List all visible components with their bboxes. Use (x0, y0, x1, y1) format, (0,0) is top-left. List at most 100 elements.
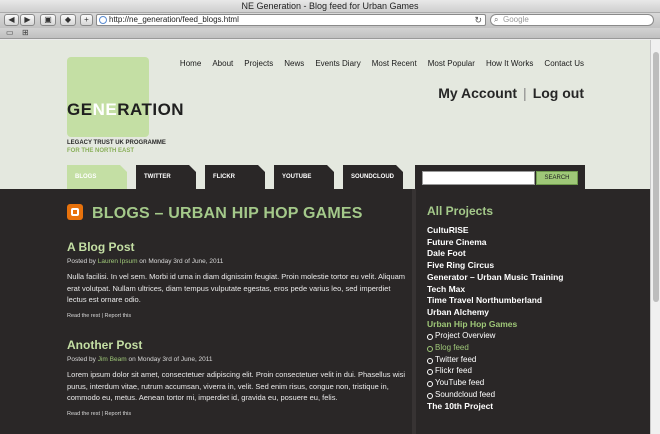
tab-label: SOUNDCLOUD (351, 174, 394, 180)
logout-link[interactable]: Log out (533, 85, 584, 101)
logo-block (67, 57, 149, 137)
reading-list-icon[interactable]: ▭ (6, 28, 14, 38)
post-author[interactable]: Jim Beam (98, 356, 127, 363)
tab-corner (396, 165, 403, 172)
browser-toolbar: ◀ ▶ ▣ ◆ + http://ne_generation/feed_blog… (0, 13, 660, 28)
nav-events-diary[interactable]: Events Diary (315, 59, 360, 68)
project-urban-hip-hop-games[interactable]: Urban Hip Hop Games (427, 319, 637, 331)
tab-label: BLOGS (75, 174, 97, 180)
subitem-soundcloud-feed[interactable]: Soundcloud feed (427, 389, 637, 401)
site-search-input[interactable] (422, 171, 535, 185)
tab-youtube[interactable]: YOUTUBE (274, 165, 334, 189)
browser-search-placeholder: Google (503, 15, 529, 24)
add-bookmark-icon[interactable]: + (80, 14, 93, 26)
logo-tagline: LEGACY TRUST UK PROGRAMME (67, 140, 166, 146)
blog-post: A Blog Post Posted by Lauren Ipsum on Mo… (67, 240, 407, 319)
nav-projects[interactable]: Projects (244, 59, 273, 68)
project-five-ring-circus[interactable]: Five Ring Circus (427, 260, 637, 272)
project-generator[interactable]: Generator – Urban Music Training (427, 272, 637, 284)
main-nav: Home About Projects News Events Diary Mo… (172, 57, 584, 69)
subitem-youtube-feed[interactable]: YouTube feed (427, 377, 637, 389)
search-button[interactable]: SEARCH (536, 171, 578, 185)
project-future-cinema[interactable]: Future Cinema (427, 237, 637, 249)
tab-corner (189, 165, 196, 172)
post-meta: Posted by Jim Beam on Monday 3rd of June… (67, 356, 407, 363)
post-author[interactable]: Lauren Ipsum (98, 258, 138, 265)
tab-label: FLICKR (213, 174, 235, 180)
nav-news[interactable]: News (284, 59, 304, 68)
post-body: Lorem ipsum dolor sit amet, consectetuer… (67, 370, 406, 402)
read-more-link[interactable]: Read the rest (67, 313, 100, 319)
scrollbar-thumb[interactable] (653, 52, 659, 302)
project-tech-max[interactable]: Tech Max (427, 284, 637, 296)
tab-corner (327, 165, 334, 172)
post-actions: Read the rest | Report this (67, 410, 132, 417)
project-culturise[interactable]: CultuRISE (427, 225, 637, 237)
sidebar-title: All Projects (427, 204, 494, 218)
nav-about[interactable]: About (212, 59, 233, 68)
site-logo[interactable]: GENERATION (67, 100, 184, 120)
subitem-twitter-feed[interactable]: Twitter feed (427, 354, 637, 366)
nav-most-recent[interactable]: Most Recent (372, 59, 417, 68)
report-link[interactable]: Report this (105, 313, 132, 319)
forward-arrow-icon[interactable]: ▶ (20, 14, 35, 26)
read-more-link[interactable]: Read the rest (67, 411, 100, 417)
posted-by-label: Posted by (67, 356, 96, 363)
bookmark-icon[interactable]: ◆ (60, 14, 76, 26)
globe-icon (99, 16, 107, 24)
tab-label: TWITTER (144, 174, 171, 180)
blogger-icon (67, 204, 83, 220)
tab-soundcloud[interactable]: SOUNDCLOUD (343, 165, 403, 189)
account-separator: | (523, 85, 527, 101)
subitem-flickr-feed[interactable]: Flickr feed (427, 365, 637, 377)
grid-view-icon[interactable]: ⊞ (22, 28, 29, 38)
logo-word-pre: GE (67, 100, 93, 119)
nav-home[interactable]: Home (180, 59, 201, 68)
page-scrollbar[interactable] (650, 40, 660, 434)
logo-word-post: RATION (117, 100, 185, 119)
browser-search-input[interactable]: ⌕ Google (490, 14, 654, 26)
post-title[interactable]: Another Post (67, 338, 407, 352)
post-title[interactable]: A Blog Post (67, 240, 407, 254)
project-time-travel[interactable]: Time Travel Northumberland (427, 295, 637, 307)
reload-icon[interactable]: ↻ (474, 15, 482, 25)
nav-most-popular[interactable]: Most Popular (428, 59, 475, 68)
address-url: http://ne_generation/feed_blogs.html (109, 15, 239, 24)
project-10th-project[interactable]: The 10th Project (427, 401, 637, 413)
tab-corner (120, 165, 127, 172)
back-arrow-icon[interactable]: ◀ (4, 14, 19, 26)
site-search: SEARCH (415, 165, 585, 191)
web-page: GENERATION LEGACY TRUST UK PROGRAMME FOR… (0, 40, 650, 434)
tab-twitter[interactable]: TWITTER (136, 165, 196, 189)
nav-contact-us[interactable]: Contact Us (544, 59, 584, 68)
bookmarks-bar: ▭ ⊞ (0, 28, 660, 39)
window-titlebar: NE Generation - Blog feed for Urban Game… (0, 0, 660, 13)
tab-blogs[interactable]: BLOGS (67, 165, 127, 189)
search-icon: ⌕ (494, 15, 499, 24)
post-actions: Read the rest | Report this (67, 312, 132, 319)
post-body: Nulla facilisi. In vel sem. Morbi id urn… (67, 272, 406, 304)
post-meta: Posted by Lauren Ipsum on Monday 3rd of … (67, 258, 407, 265)
address-bar[interactable]: http://ne_generation/feed_blogs.html ↻ (96, 14, 486, 26)
tab-flickr[interactable]: FLICKR (205, 165, 265, 189)
window-tile-icon[interactable]: ▣ (40, 14, 56, 26)
nav-how-it-works[interactable]: How It Works (486, 59, 533, 68)
posted-by-label: Posted by (67, 258, 96, 265)
my-account-link[interactable]: My Account (438, 85, 517, 101)
column-divider (412, 189, 416, 434)
window-title: NE Generation - Blog feed for Urban Game… (241, 1, 419, 11)
logo-region: FOR THE NORTH EAST (67, 148, 134, 154)
project-dale-foot[interactable]: Dale Foot (427, 248, 637, 260)
project-urban-alchemy[interactable]: Urban Alchemy (427, 307, 637, 319)
account-links: My Account | Log out (438, 85, 584, 101)
logo-word-highlight: NE (92, 100, 118, 119)
subitem-blog-feed[interactable]: Blog feed (427, 342, 637, 354)
report-link[interactable]: Report this (105, 411, 132, 417)
section-title: BLOGS – URBAN HIP HOP GAMES (92, 205, 363, 222)
post-date: on Monday 3rd of June, 2011 (128, 356, 213, 363)
projects-list: CultuRISE Future Cinema Dale Foot Five R… (427, 225, 637, 412)
tab-label: YOUTUBE (282, 174, 312, 180)
post-date: on Monday 3rd of June, 2011 (139, 258, 224, 265)
subitem-project-overview[interactable]: Project Overview (427, 330, 637, 342)
blog-post: Another Post Posted by Jim Beam on Monda… (67, 338, 407, 417)
